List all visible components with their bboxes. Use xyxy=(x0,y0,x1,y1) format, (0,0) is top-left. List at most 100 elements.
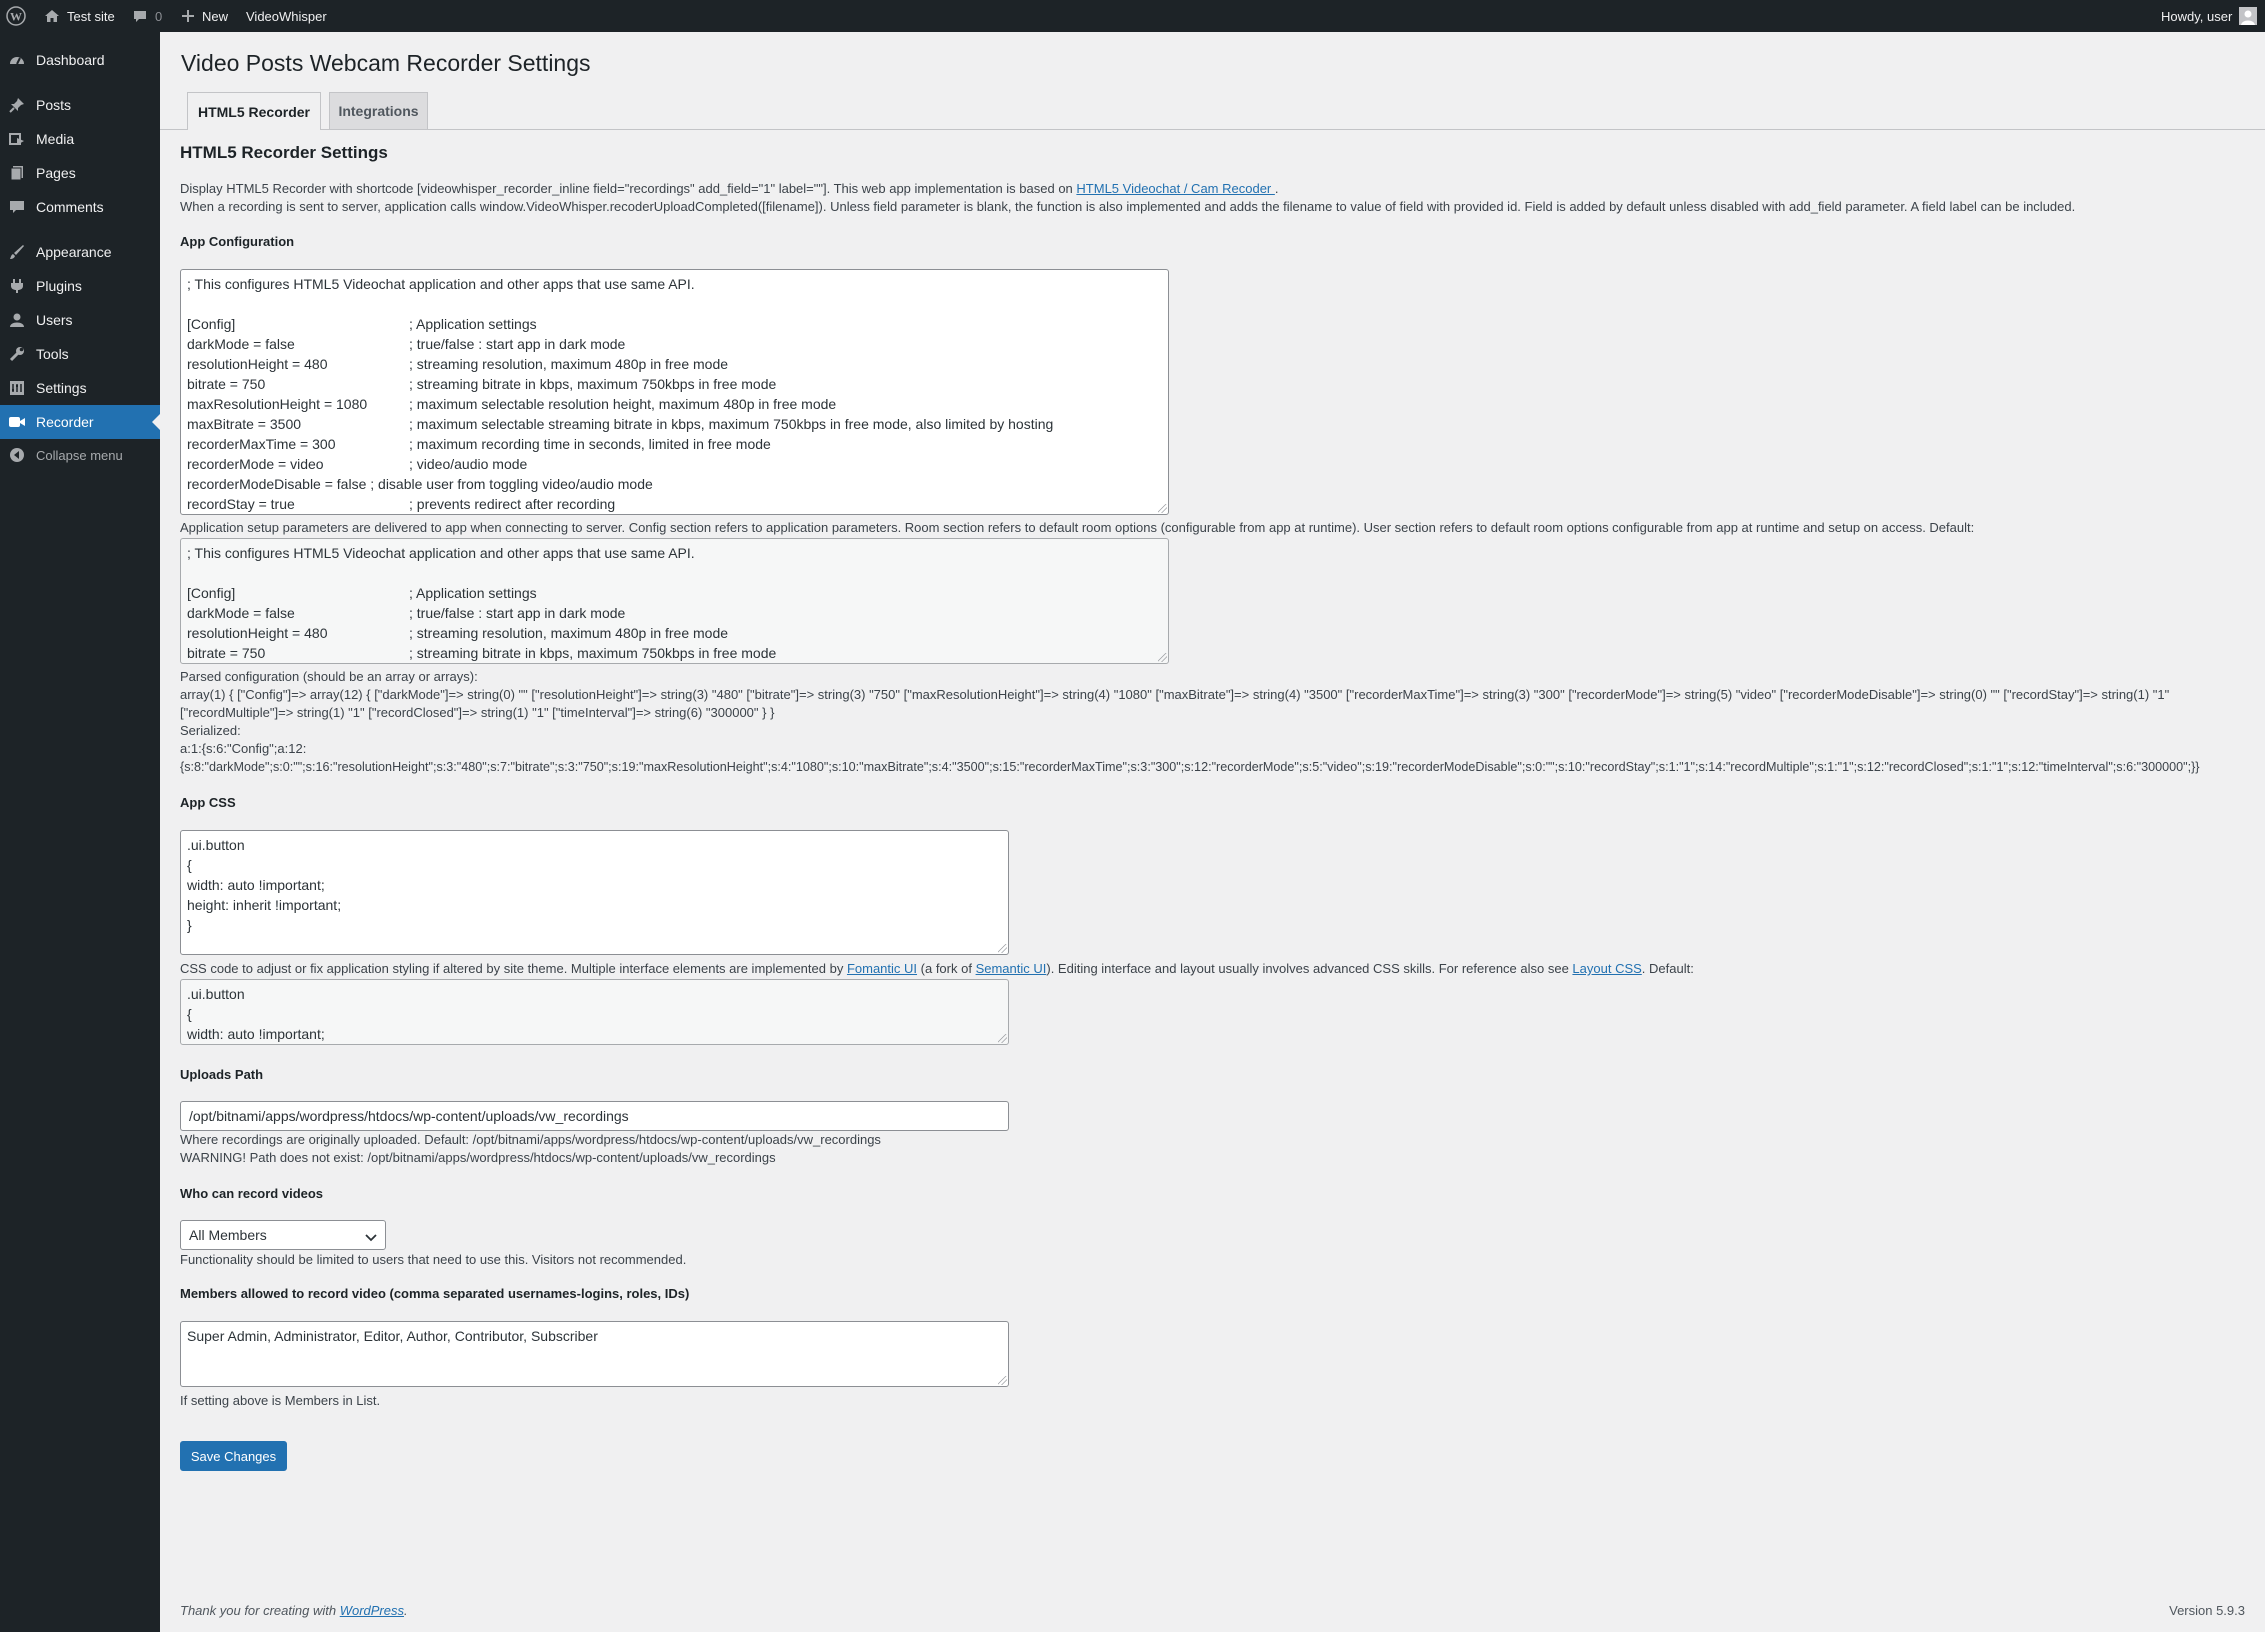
config-line: maxResolutionHeight = 1080 ; maximum sele… xyxy=(187,394,1162,414)
config-comment: ; streaming bitrate in kbps, maximum 750… xyxy=(409,376,777,392)
config-comment: ; maximum selectable resolution height, … xyxy=(409,396,837,412)
sidebar-item-recorder[interactable]: Recorder xyxy=(0,405,160,439)
tab-integrations[interactable]: Integrations xyxy=(329,92,428,129)
config-line xyxy=(187,294,1162,314)
uploads-path-help: Where recordings are originally uploaded… xyxy=(180,1132,881,1147)
config-comment: ; video/audio mode xyxy=(409,456,528,472)
serialized-line: {s:8:"darkMode";s:0:"";s:16:"resolutionH… xyxy=(180,760,2200,774)
config-line: maxBitrate = 3500 ; maximum selectable st… xyxy=(187,414,1162,434)
settings-icon xyxy=(8,380,26,396)
resize-handle[interactable] xyxy=(998,944,1007,953)
config-key: [Config] xyxy=(187,585,236,601)
footer-thanks: Thank you for creating with WordPress. xyxy=(180,1603,408,1618)
chevron-down-icon xyxy=(365,1230,377,1246)
config-line: recordStay = true ; prevents redirect aft… xyxy=(187,494,1162,514)
serialized-line: a:1:{s:6:"Config";a:12: xyxy=(180,741,307,756)
uploads-path-input[interactable]: /opt/bitnami/apps/wordpress/htdocs/wp-co… xyxy=(180,1101,1009,1131)
html5-videochat-link[interactable]: HTML5 Videochat / Cam Recoder xyxy=(1076,181,1274,196)
config-line: ; This configures HTML5 Videochat applic… xyxy=(187,274,1162,294)
pages-icon xyxy=(8,165,26,181)
sidebar-item-plugins[interactable]: Plugins xyxy=(0,269,160,303)
config-line: resolutionHeight = 480 ; streaming resolu… xyxy=(187,623,1162,643)
config-comment: ; prevents redirect after recording xyxy=(409,496,616,512)
css-line: width: auto !important; xyxy=(187,1026,325,1042)
css-line: { xyxy=(187,857,192,873)
config-key: bitrate = 750 xyxy=(187,645,266,661)
save-changes-button[interactable]: Save Changes xyxy=(180,1441,287,1471)
wordpress-link[interactable]: WordPress xyxy=(340,1603,404,1618)
wordpress-logo-icon[interactable]: W xyxy=(6,0,26,32)
app-configuration-textarea[interactable]: ; This configures HTML5 Videochat applic… xyxy=(180,269,1169,515)
config-comment: ; streaming resolution, maximum 480p in … xyxy=(409,356,729,372)
videowhisper-link[interactable]: VideoWhisper xyxy=(246,0,327,32)
members-allowed-label: Members allowed to record video (comma s… xyxy=(180,1286,690,1301)
sidebar-item-appearance[interactable]: Appearance xyxy=(0,235,160,269)
home-icon xyxy=(44,8,60,24)
resize-handle[interactable] xyxy=(998,1034,1007,1043)
wrench-icon xyxy=(8,346,26,362)
config-line: [Config] ; Application settings xyxy=(187,583,1162,603)
config-key: bitrate = 750 xyxy=(187,376,266,392)
resize-handle[interactable] xyxy=(1158,653,1167,662)
app-css-textarea[interactable]: .ui.button {width: auto !important; height… xyxy=(180,830,1009,955)
config-line: bitrate = 750 ; streaming bitrate in kbps… xyxy=(187,374,1162,394)
config-line: recorderMode = video ; video/audio mode xyxy=(187,454,1162,474)
sidebar-item-users[interactable]: Users xyxy=(0,303,160,337)
sidebar-item-posts[interactable]: Posts xyxy=(0,88,160,122)
textarea-content: .ui.button {width: auto !important; height… xyxy=(187,835,1002,935)
page-title: Video Posts Webcam Recorder Settings xyxy=(181,50,591,76)
config-key: darkMode = false xyxy=(187,336,295,352)
semantic-ui-link[interactable]: Semantic UI xyxy=(976,961,1047,976)
comment-icon xyxy=(132,8,148,24)
layout-css-link[interactable]: Layout CSS xyxy=(1572,961,1641,976)
app-configuration-default-textarea[interactable]: ; This configures HTML5 Videochat applic… xyxy=(180,538,1169,664)
css-line: { xyxy=(187,1006,192,1022)
css-line: width: auto !important; xyxy=(187,877,325,893)
config-key: maxBitrate = 3500 xyxy=(187,416,302,432)
who-can-record-select[interactable]: All Members xyxy=(180,1220,386,1250)
new-content-link[interactable]: New xyxy=(181,0,228,32)
config-comment: ; streaming bitrate in kbps, maximum 750… xyxy=(409,645,777,661)
tab-html5-recorder[interactable]: HTML5 Recorder xyxy=(187,92,321,130)
comments-link[interactable]: 0 xyxy=(132,0,162,32)
intro-text-2: When a recording is sent to server, appl… xyxy=(180,199,2076,214)
sidebar-item-tools[interactable]: Tools xyxy=(0,337,160,371)
sidebar-item-comments[interactable]: Comments xyxy=(0,190,160,224)
media-icon xyxy=(8,131,26,147)
comment-icon xyxy=(8,199,26,215)
config-key: ; This configures HTML5 Videochat applic… xyxy=(187,276,695,292)
fomantic-ui-link[interactable]: Fomantic UI xyxy=(847,961,917,976)
parsed-config-line: ["recordMultiple"]=> string(1) "1" ["rec… xyxy=(180,705,775,720)
config-key: recorderMaxTime = 300 xyxy=(187,436,336,452)
uploads-path-warning: WARNING! Path does not exist: /opt/bitna… xyxy=(180,1150,776,1165)
collapse-icon xyxy=(8,447,26,463)
parsed-config-label: Parsed configuration (should be an array… xyxy=(180,669,478,684)
who-can-record-help: Functionality should be limited to users… xyxy=(180,1252,687,1267)
sidebar-item-settings[interactable]: Settings xyxy=(0,371,160,405)
config-key: resolutionHeight = 480 xyxy=(187,356,328,372)
site-name-link[interactable]: Test site xyxy=(44,0,115,32)
sidebar-item-dashboard[interactable]: Dashboard xyxy=(0,43,160,77)
css-line: .ui.button xyxy=(187,986,245,1002)
config-comment: ; maximum recording time in seconds, lim… xyxy=(409,436,771,452)
resize-handle[interactable] xyxy=(998,1376,1007,1385)
collapse-menu-button[interactable]: Collapse menu xyxy=(0,438,160,472)
config-line: [Config] ; Application settings xyxy=(187,314,1162,334)
sidebar-item-media[interactable]: Media xyxy=(0,122,160,156)
members-allowed-help: If setting above is Members in List. xyxy=(180,1393,381,1408)
css-line: .ui.button xyxy=(187,837,245,853)
sidebar-item-pages[interactable]: Pages xyxy=(0,156,160,190)
app-configuration-label: App Configuration xyxy=(180,234,295,249)
paintbrush-icon xyxy=(8,244,26,260)
footer-version: Version 5.9.3 xyxy=(2169,1603,2245,1618)
avatar xyxy=(2239,7,2258,25)
config-line: darkMode = false ; true/false : start app… xyxy=(187,334,1162,354)
resize-handle[interactable] xyxy=(1158,504,1167,513)
app-css-default-textarea[interactable]: .ui.button { width: auto !important; xyxy=(180,979,1009,1045)
config-line: recorderMaxTime = 300 ; maximum recording… xyxy=(187,434,1162,454)
config-key: maxResolutionHeight = 1080 xyxy=(187,396,368,412)
account-menu[interactable]: Howdy, user xyxy=(2161,0,2258,32)
howdy-label: Howdy, user xyxy=(2161,8,2233,24)
config-line xyxy=(187,563,1162,583)
members-allowed-textarea[interactable]: Super Admin, Administrator, Editor, Auth… xyxy=(180,1321,1009,1387)
